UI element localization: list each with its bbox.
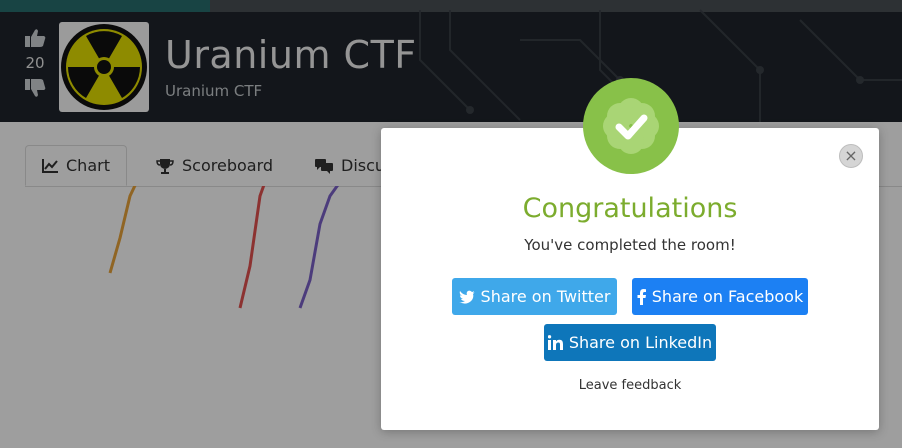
share-facebook-label: Share on Facebook [651,287,804,306]
check-badge-icon [603,98,659,154]
share-twitter-label: Share on Twitter [480,287,611,306]
share-twitter-button[interactable]: Share on Twitter [452,278,617,315]
twitter-icon [458,290,475,304]
share-linkedin-button[interactable]: Share on LinkedIn [544,324,716,361]
linkedin-icon [547,335,563,350]
share-facebook-button[interactable]: Share on Facebook [632,278,808,315]
modal-close-button[interactable]: × [839,144,863,168]
leave-feedback-link[interactable]: Leave feedback [381,378,879,393]
modal-message: You've completed the room! [524,236,736,254]
modal-title: Congratulations [522,193,738,224]
facebook-icon [637,288,646,305]
share-linkedin-label: Share on LinkedIn [568,333,713,352]
success-badge [583,78,679,174]
